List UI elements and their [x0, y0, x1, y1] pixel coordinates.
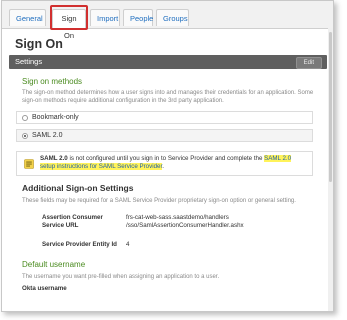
default-username-description: The username you want pre-filled when as…	[22, 274, 220, 280]
option-bookmark-only[interactable]: Bookmark-only	[16, 111, 313, 124]
option-label: SAML 2.0	[32, 132, 63, 139]
tab-groups[interactable]: Groups	[156, 9, 189, 26]
vertical-scrollbar[interactable]	[328, 28, 333, 311]
field-label-entity-id: Service Provider Entity Id	[42, 241, 117, 248]
field-value-entity-id: 4	[126, 241, 130, 248]
warning-text: SAML 2.0 is not configured until you sig…	[40, 155, 302, 171]
settings-title: Settings	[15, 57, 43, 66]
additional-settings-description: These fields may be required for a SAML …	[22, 198, 296, 204]
okta-username-label: Okta username	[22, 285, 67, 292]
saml-warning: SAML 2.0 is not configured until you sig…	[16, 151, 313, 176]
field-label-acs-url: Assertion Consumer Service URL	[42, 214, 103, 229]
info-icon	[24, 159, 34, 169]
scrollbar-thumb[interactable]	[329, 32, 332, 182]
radio-saml-2[interactable]	[22, 133, 28, 139]
additional-settings-heading: Additional Sign-on Settings	[22, 183, 134, 193]
option-saml-2[interactable]: SAML 2.0	[16, 129, 313, 142]
option-label: Bookmark-only	[32, 114, 79, 121]
edit-button[interactable]: Edit	[295, 57, 322, 69]
warning-body: is not configured until you sign in to S…	[67, 155, 265, 162]
app-window: General Sign On Import People Groups Sig…	[1, 0, 334, 312]
field-value-acs-url: frs-cat-web-sass.saastdemo/handlers /sso…	[126, 214, 244, 229]
sign-on-methods-description: The sign-on method determines how a user…	[22, 90, 314, 104]
tab-people[interactable]: People	[123, 9, 153, 26]
radio-bookmark-only[interactable]	[22, 115, 28, 121]
tab-general[interactable]: General	[9, 9, 46, 26]
tab-highlight-callout	[50, 5, 88, 30]
sign-on-methods-heading: Sign on methods	[22, 77, 83, 86]
warning-end: .	[162, 163, 164, 170]
warning-strong: SAML 2.0	[40, 155, 68, 162]
settings-header: Settings Edit	[9, 55, 327, 69]
page-title: Sign On	[15, 37, 63, 51]
default-username-heading: Default username	[22, 260, 86, 269]
tab-import[interactable]: Import	[90, 9, 120, 26]
